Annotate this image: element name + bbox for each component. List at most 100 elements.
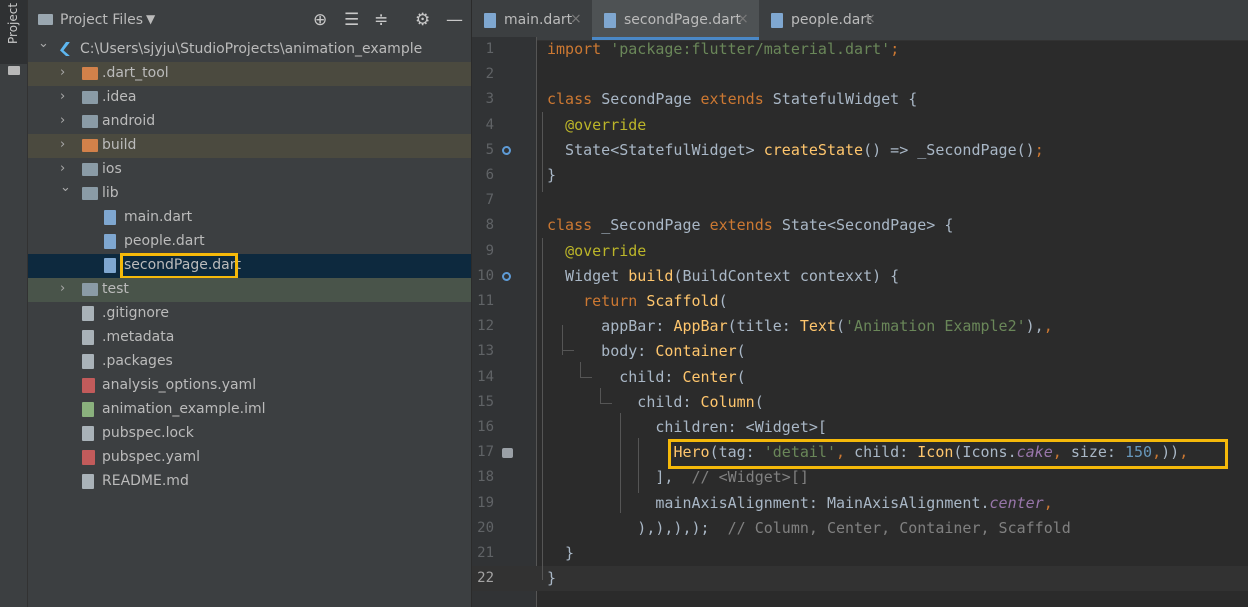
tree-item-label: pubspec.lock — [102, 425, 194, 441]
code-token: (tag: — [709, 443, 764, 462]
project-view-selector[interactable]: Project Files — [60, 12, 143, 28]
code-token: , — [1152, 443, 1162, 462]
code-token: Icon — [917, 443, 954, 462]
chevron-down-icon[interactable]: ⌄ — [60, 180, 71, 195]
code-token: } — [547, 166, 557, 184]
indent-guide — [542, 238, 543, 580]
editor-tab[interactable]: secondPage.dart × — [592, 0, 759, 40]
code-token: ( — [836, 317, 846, 336]
code-token: @override — [565, 115, 647, 134]
yaml-file-icon — [82, 450, 95, 465]
project-panel-header: Project Files ▼ ⊕ ☰ ≑ ⚙ — — [28, 0, 471, 40]
code-token: AppBar — [673, 317, 728, 336]
code-line: 9 @override — [472, 239, 1248, 264]
chevron-down-icon[interactable]: ▼ — [146, 12, 155, 26]
chevron-right-icon[interactable]: › — [60, 113, 65, 128]
code-token: size: — [1070, 443, 1125, 462]
code-token: // <Widget>[] — [691, 468, 809, 487]
line-number: 10 — [477, 267, 494, 284]
code-token: class — [547, 90, 602, 109]
code-line: 7 — [472, 188, 1248, 213]
flutter-outline-icon[interactable] — [502, 448, 513, 459]
line-number: 14 — [477, 368, 494, 385]
chevron-right-icon[interactable]: › — [60, 137, 65, 152]
code-token: ( — [754, 392, 764, 411]
editor-tab[interactable]: people.dart × — [759, 0, 886, 40]
code-line: 21 } — [472, 541, 1248, 566]
tree-item[interactable]: secondPage.dart — [28, 253, 471, 279]
code-token: extends — [700, 90, 773, 109]
gear-icon[interactable]: ⚙ — [415, 10, 430, 30]
tree-item[interactable]: › build — [28, 134, 471, 158]
project-tool-button[interactable]: Project — [0, 0, 27, 64]
code-token: (BuildContext contexxt) { — [673, 266, 900, 285]
flutter-file-icon — [60, 42, 70, 56]
code-text: @override — [547, 113, 646, 138]
dart-file-icon — [104, 234, 116, 249]
code-token: 150 — [1125, 443, 1153, 462]
line-number: 16 — [477, 419, 494, 435]
tree-item[interactable]: › test — [28, 278, 471, 302]
code-editor: main.dart × secondPage.dart × people.dart × 1… — [472, 0, 1248, 607]
tree-item[interactable]: .metadata — [28, 326, 471, 350]
line-number: 11 — [477, 293, 494, 309]
close-icon[interactable]: × — [570, 11, 582, 27]
editor-tab[interactable]: main.dart × — [472, 0, 592, 40]
tree-item[interactable]: main.dart — [28, 206, 471, 230]
chevron-right-icon[interactable]: › — [60, 89, 65, 104]
override-method-icon[interactable] — [502, 271, 511, 281]
tree-item[interactable]: › .dart_tool — [28, 62, 471, 86]
code-token: ( — [736, 367, 746, 386]
close-icon[interactable]: × — [737, 11, 749, 27]
tree-item[interactable]: pubspec.lock — [28, 422, 471, 446]
tree-item[interactable]: analysis_options.yaml — [28, 374, 471, 398]
tree-item[interactable]: › .idea — [28, 86, 471, 110]
tree-item[interactable]: animation_example.iml — [28, 398, 471, 422]
tree-item[interactable]: .gitignore — [28, 302, 471, 326]
code-token: build — [628, 266, 674, 285]
code-text: class _SecondPage extends State<SecondPa… — [547, 213, 953, 238]
collapse-all-icon[interactable]: ≑ — [374, 10, 388, 30]
dart-file-icon — [104, 258, 116, 273]
code-token: () => _SecondPage() — [863, 140, 1035, 159]
tree-item[interactable]: pubspec.yaml — [28, 446, 471, 470]
line-number: 15 — [477, 393, 494, 410]
line-number: 5 — [485, 141, 494, 158]
code-token: child: — [854, 443, 918, 462]
chevron-down-icon[interactable]: ⌄ — [38, 36, 49, 51]
chevron-right-icon[interactable]: › — [60, 161, 65, 176]
minimize-icon[interactable]: — — [446, 10, 463, 30]
tree-item-label: .gitignore — [102, 305, 169, 321]
code-token: ; — [1034, 140, 1044, 159]
code-token: cake — [1016, 443, 1053, 462]
tree-item-label: analysis_options.yaml — [102, 377, 257, 393]
code-line: 22} — [472, 566, 1248, 592]
tree-item-label: main.dart — [124, 209, 193, 225]
code-line: 13 body: Container( — [472, 339, 1248, 364]
dart-file-icon — [771, 13, 783, 28]
chevron-right-icon[interactable]: › — [60, 65, 65, 80]
code-token: , — [1052, 443, 1071, 462]
code-token: , — [836, 443, 855, 462]
code-text: class SecondPage extends StatefulWidget … — [547, 87, 917, 112]
tree-item-label: C:\Users\sjyju\StudioProjects\animation_… — [80, 41, 423, 57]
tree-item[interactable]: ⌄ lib — [28, 180, 471, 206]
code-line: 17 Hero(tag: 'detail', child: Icon(Icons… — [472, 440, 1248, 465]
tree-item[interactable]: › android — [28, 110, 471, 134]
tree-item-label: test — [102, 281, 129, 297]
tree-item[interactable]: README.md — [28, 470, 471, 494]
line-number: 6 — [485, 167, 494, 183]
tree-item[interactable]: people.dart — [28, 230, 471, 254]
code-line: 16 children: <Widget>[ — [472, 415, 1248, 440]
tree-item[interactable]: ⌄ C:\Users\sjyju\StudioProjects\animation… — [28, 36, 471, 62]
tree-item[interactable]: › ios — [28, 158, 471, 182]
tree-item-label: .dart_tool — [102, 65, 169, 81]
chevron-right-icon[interactable]: › — [60, 281, 65, 296]
override-method-icon[interactable] — [502, 145, 511, 155]
close-icon[interactable]: × — [864, 11, 876, 27]
expand-all-icon[interactable]: ☰ — [344, 10, 359, 30]
locate-icon[interactable]: ⊕ — [313, 10, 327, 30]
indent-guide — [542, 112, 543, 192]
tree-item[interactable]: .packages — [28, 350, 471, 374]
